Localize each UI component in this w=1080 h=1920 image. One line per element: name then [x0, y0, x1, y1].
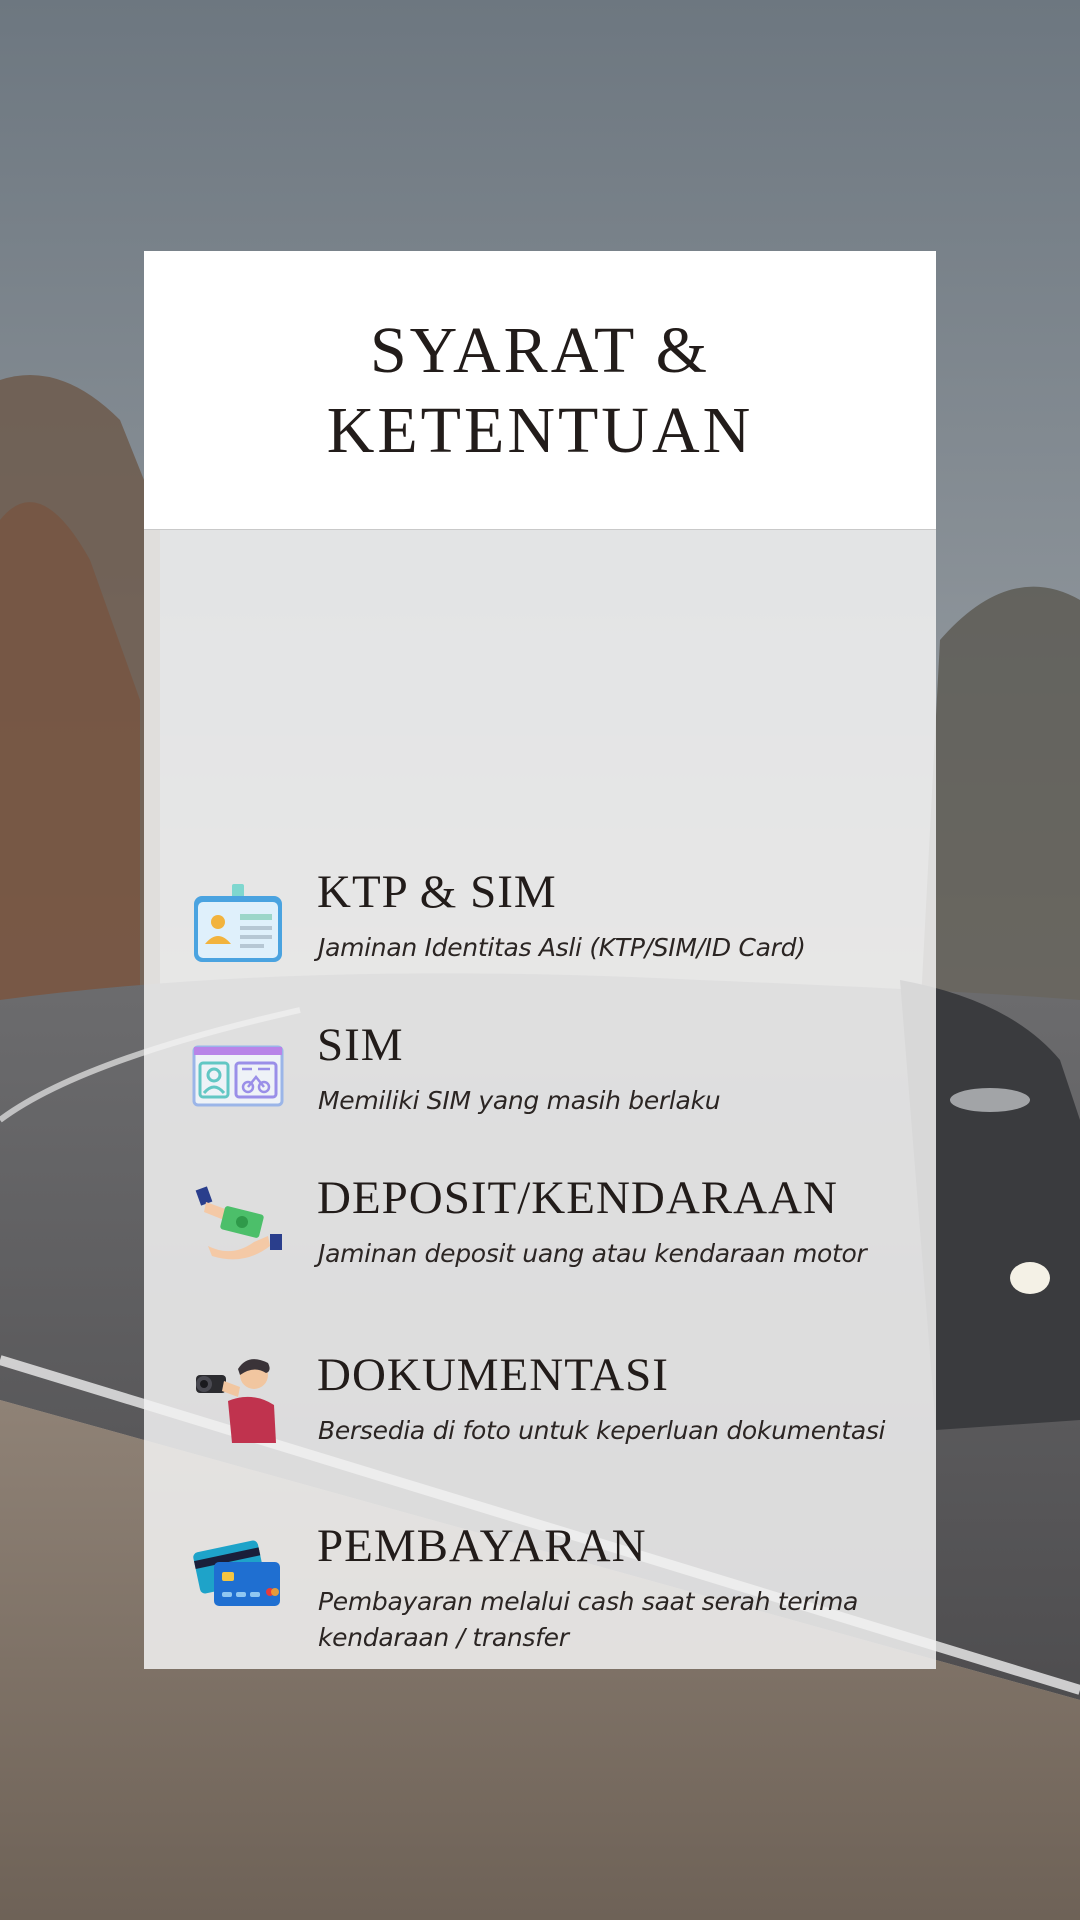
- item-heading: PEMBAYARAN: [317, 1520, 647, 1572]
- money-hand-icon: [192, 1180, 284, 1272]
- driver-license-icon: [192, 1033, 284, 1125]
- item-heading: KTP & SIM: [317, 866, 557, 918]
- item-description: Jaminan Identitas Asli (KTP/SIM/ID Card): [318, 933, 806, 962]
- card-header: SYARAT & KETENTUAN: [144, 251, 936, 530]
- item-description: Pembayaran melalui cash saat serah terim…: [318, 1587, 859, 1652]
- terms-card: SYARAT & KETENTUAN KTP & SIM Jaminan Ide…: [144, 251, 936, 1669]
- item-description: Jaminan deposit uang atau kendaraan moto…: [318, 1239, 867, 1268]
- item-description: Memiliki SIM yang masih berlaku: [318, 1086, 721, 1115]
- item-heading: SIM: [317, 1019, 404, 1071]
- item-description: Bersedia di foto untuk keperluan dokumen…: [318, 1416, 886, 1445]
- page-title: SYARAT & KETENTUAN: [144, 311, 936, 471]
- credit-card-icon: [192, 1528, 284, 1620]
- id-card-icon: [192, 880, 284, 972]
- title-line: SYARAT &: [369, 314, 711, 387]
- item-heading: DEPOSIT/KENDARAAN: [317, 1172, 838, 1224]
- card-body: KTP & SIM Jaminan Identitas Asli (KTP/SI…: [144, 530, 936, 1669]
- item-heading: DOKUMENTASI: [317, 1349, 669, 1401]
- photographer-icon: [192, 1351, 284, 1443]
- title-line: KETENTUAN: [326, 394, 754, 467]
